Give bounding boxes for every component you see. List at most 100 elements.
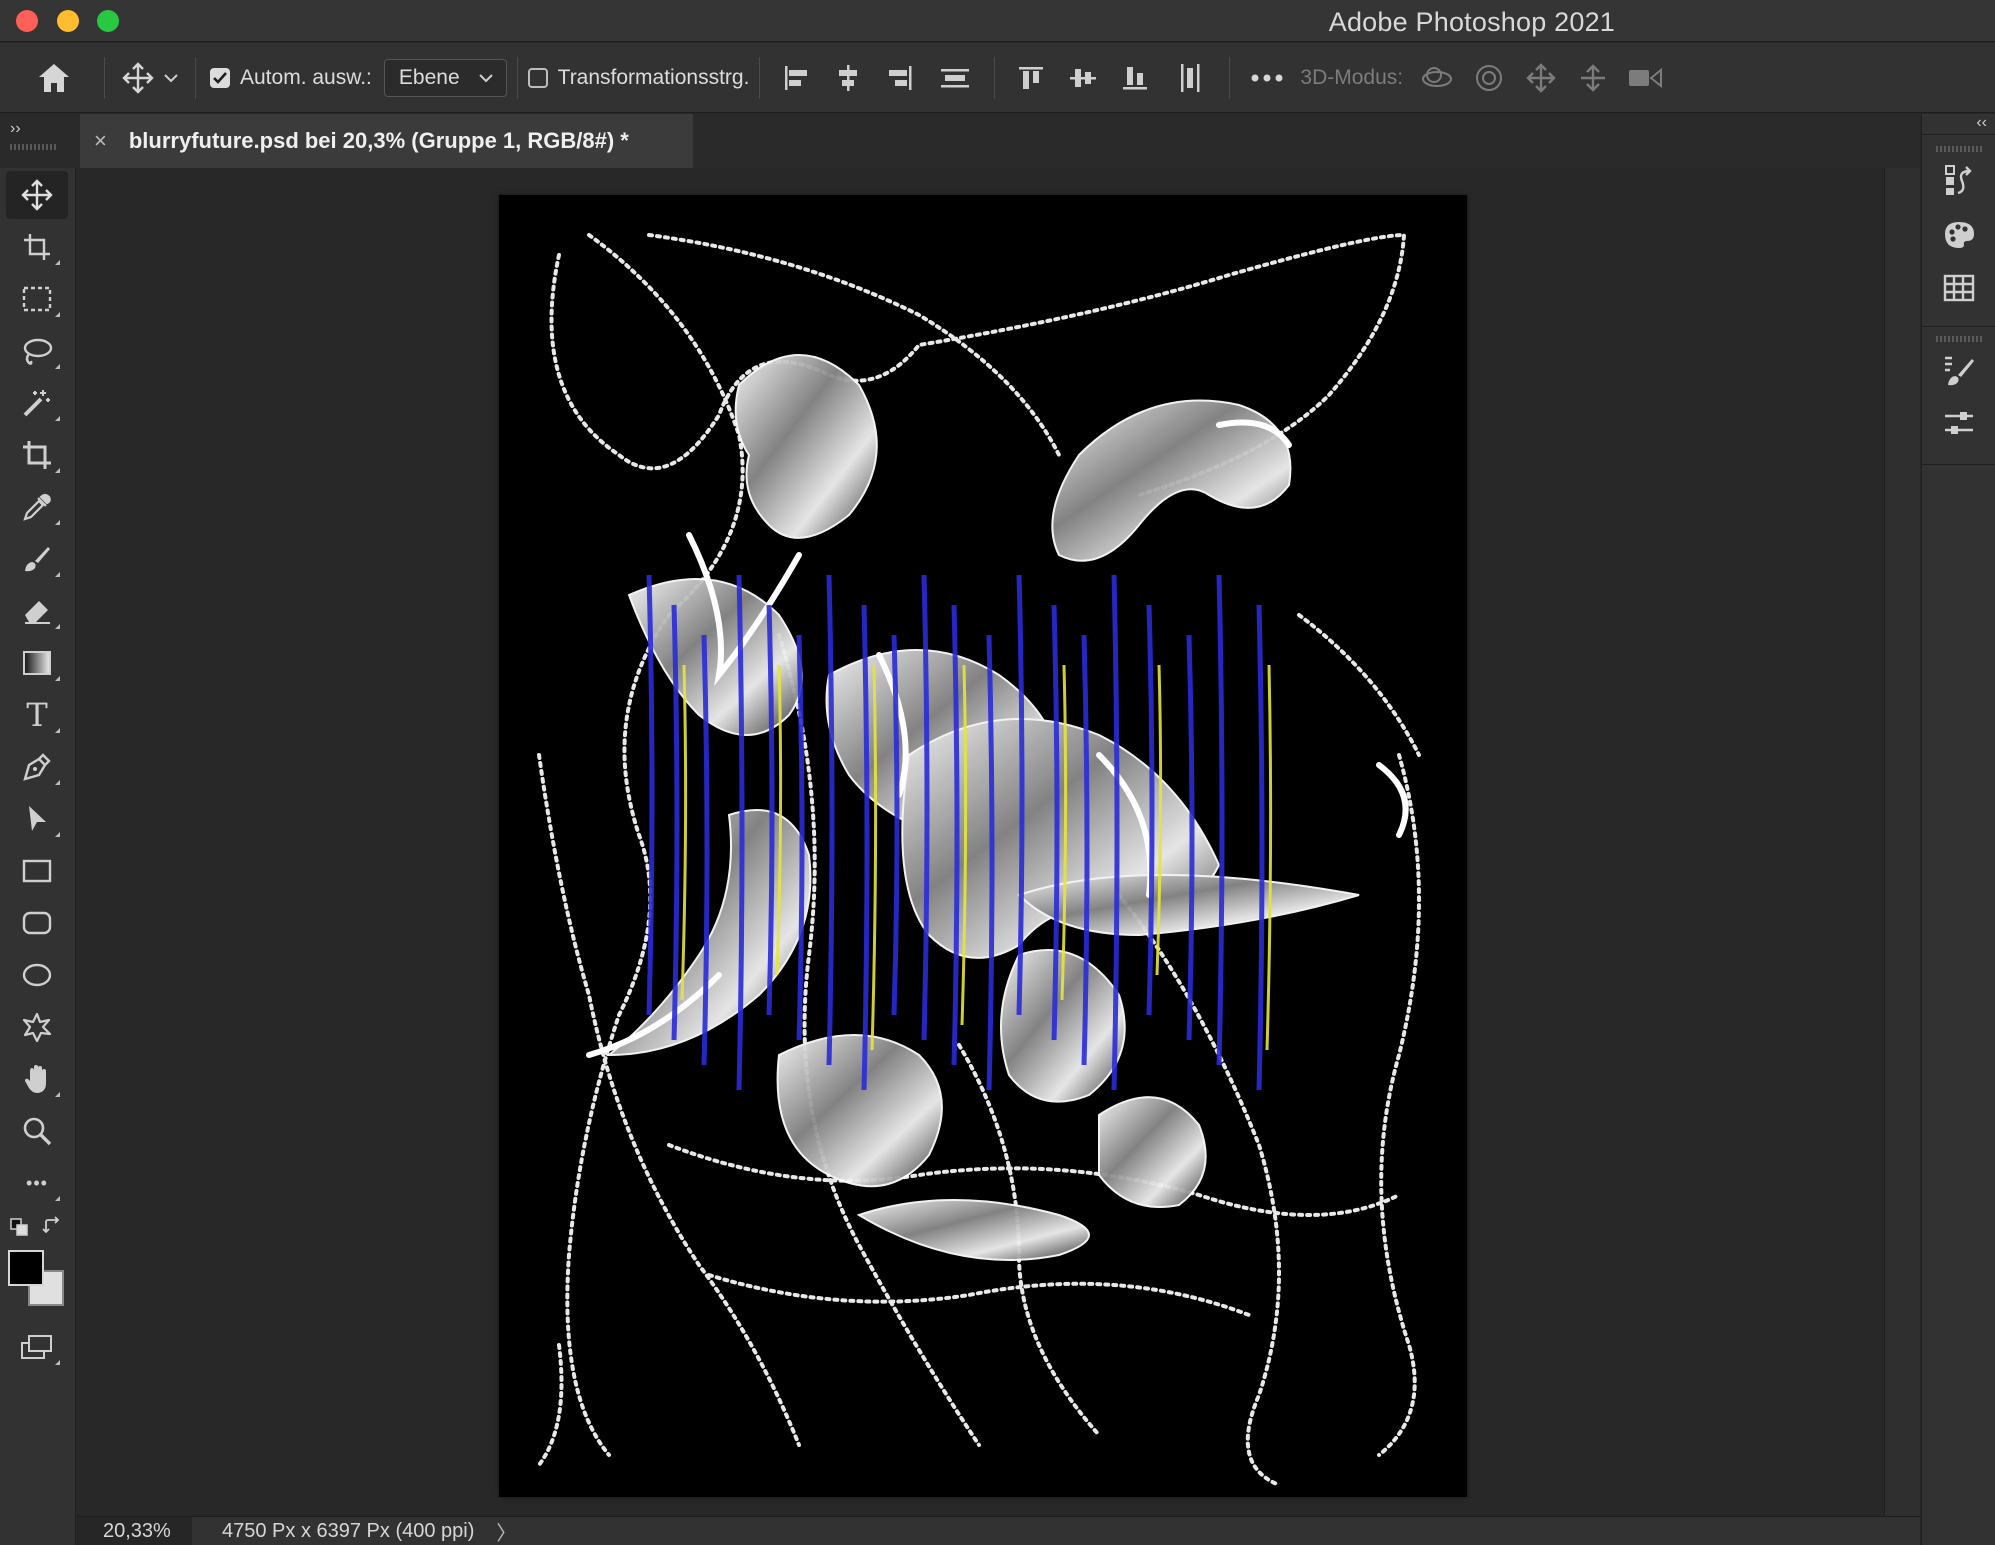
chevron-down-icon: [164, 73, 178, 82]
type-icon: T: [26, 696, 48, 734]
auto-select-target-value: Ebene: [398, 65, 460, 89]
pen-tool[interactable]: [6, 743, 68, 791]
orbit-3d-icon: [1411, 53, 1463, 103]
move-tool-preset-picker[interactable]: [115, 53, 185, 103]
more-tools-button[interactable]: •••: [6, 1159, 68, 1207]
eraser-tool[interactable]: [6, 587, 68, 635]
rectangle-tool[interactable]: [6, 847, 68, 895]
lasso-tool[interactable]: [6, 327, 68, 375]
canvas-area[interactable]: [77, 168, 1884, 1516]
align-bottom-icon[interactable]: [1109, 53, 1161, 103]
marquee-tool[interactable]: [6, 275, 68, 323]
distribute-horizontal-icon[interactable]: [926, 53, 984, 103]
move-tool[interactable]: [6, 171, 68, 219]
options-bar: Autom. ausw.: Ebene Transformationsstrg.…: [0, 43, 1995, 113]
separator: [516, 56, 518, 99]
divider: [1922, 134, 1995, 135]
swap-colors-icon[interactable]: [42, 1216, 62, 1236]
document-canvas[interactable]: [499, 195, 1467, 1497]
brush-icon: [25, 547, 50, 572]
move-icon: [21, 179, 53, 211]
screen-mode-button[interactable]: [6, 1323, 68, 1371]
document-tab[interactable]: × blurryfuture.psd bei 20,3% (Gruppe 1, …: [80, 114, 693, 168]
custom-shape-icon: [22, 1012, 52, 1043]
brush-tool[interactable]: [6, 535, 68, 583]
document-tab-row: ›› × blurryfuture.psd bei 20,3% (Gruppe …: [0, 114, 1920, 168]
gradient-icon: [23, 651, 51, 675]
document-tab-title: blurryfuture.psd bei 20,3% (Gruppe 1, RG…: [128, 128, 629, 153]
check-icon: [213, 71, 227, 84]
right-panel-dock: ‹‹: [1921, 114, 1995, 1545]
path-selection-tool[interactable]: [6, 795, 68, 843]
zoom-tool[interactable]: [6, 1107, 68, 1155]
history-icon[interactable]: [1935, 156, 1983, 204]
transform-controls-checkbox[interactable]: [527, 67, 548, 88]
roll-3d-icon: [1463, 53, 1515, 103]
home-icon[interactable]: [14, 53, 94, 103]
move-icon: [122, 61, 154, 94]
status-menu-arrow-icon[interactable]: 〉: [496, 1517, 516, 1545]
align-left-icon[interactable]: [770, 53, 822, 103]
crop-icon: [23, 441, 51, 469]
tools-panel: T •••: [0, 168, 76, 1545]
magic-wand-tool[interactable]: [6, 379, 68, 427]
auto-select-checkbox[interactable]: [210, 67, 230, 88]
more-icon[interactable]: [1240, 53, 1294, 103]
crop-tool[interactable]: [6, 431, 68, 479]
align-top-icon[interactable]: [1005, 53, 1057, 103]
rounded-rectangle-tool[interactable]: [6, 899, 68, 947]
pan-3d-icon: [1515, 53, 1567, 103]
close-tab-icon[interactable]: ×: [94, 128, 107, 154]
path-selection-icon: [29, 806, 46, 831]
default-colors-icon[interactable]: [10, 1218, 28, 1236]
window-close-button[interactable]: [16, 10, 38, 32]
gradient-tool[interactable]: [6, 639, 68, 687]
rectangle-icon: [22, 859, 52, 883]
zoom-camera-3d-icon: [1619, 53, 1671, 103]
panel-collapse-button[interactable]: ‹‹: [1976, 114, 1987, 132]
artboard-tool[interactable]: [6, 223, 68, 271]
auto-select-option[interactable]: Autom. ausw.: Ebene: [210, 53, 507, 103]
window-minimize-button[interactable]: [57, 10, 79, 32]
hand-tool[interactable]: [6, 1055, 68, 1103]
toolbar-collapse-button[interactable]: ››: [10, 120, 21, 138]
toolbar-grip[interactable]: [10, 144, 56, 150]
chevron-down-icon: [478, 73, 493, 82]
vertical-scrollbar[interactable]: [1884, 168, 1920, 1516]
document-info: 4750 Px x 6397 Px (400 ppi): [222, 1519, 475, 1542]
window-maximize-button[interactable]: [97, 10, 119, 32]
properties-icon[interactable]: [1935, 400, 1983, 448]
ellipse-tool[interactable]: [6, 951, 68, 999]
align-center-vertical-icon[interactable]: [1057, 53, 1109, 103]
hand-icon: [25, 1065, 46, 1093]
auto-select-target-dropdown[interactable]: Ebene: [383, 58, 507, 97]
auto-select-label: Autom. ausw.:: [240, 65, 372, 89]
align-right-icon[interactable]: [874, 53, 926, 103]
artwork-image: [499, 195, 1467, 1497]
lasso-icon: [23, 338, 53, 365]
separator: [195, 56, 196, 99]
magic-wand-icon: [23, 390, 50, 417]
type-tool[interactable]: T: [6, 691, 68, 739]
zoom-level-field[interactable]: 20,33%: [77, 1516, 192, 1545]
eyedropper-tool[interactable]: [6, 483, 68, 531]
color-swatches-icon[interactable]: [1935, 210, 1983, 258]
pen-icon: [23, 753, 51, 781]
brush-settings-icon[interactable]: [1935, 346, 1983, 394]
align-center-horizontal-icon[interactable]: [822, 53, 874, 103]
screen-mode-icon: [21, 1335, 52, 1359]
custom-shape-tool[interactable]: [6, 1003, 68, 1051]
panel-grip[interactable]: [1936, 336, 1982, 342]
foreground-color-swatch[interactable]: [8, 1250, 44, 1286]
title-bar: Adobe Photoshop 2021: [0, 0, 1995, 42]
table-grid-icon[interactable]: [1935, 264, 1983, 312]
divider: [1922, 326, 1995, 327]
transform-controls-option[interactable]: Transformationsstrg.: [527, 53, 750, 103]
panel-grip[interactable]: [1936, 146, 1982, 152]
separator: [1229, 56, 1231, 99]
separator: [104, 56, 105, 99]
rounded-rectangle-icon: [22, 911, 52, 935]
transform-controls-label: Transformationsstrg.: [557, 65, 750, 89]
distribute-vertical-icon[interactable]: [1161, 53, 1219, 103]
separator: [759, 56, 761, 99]
